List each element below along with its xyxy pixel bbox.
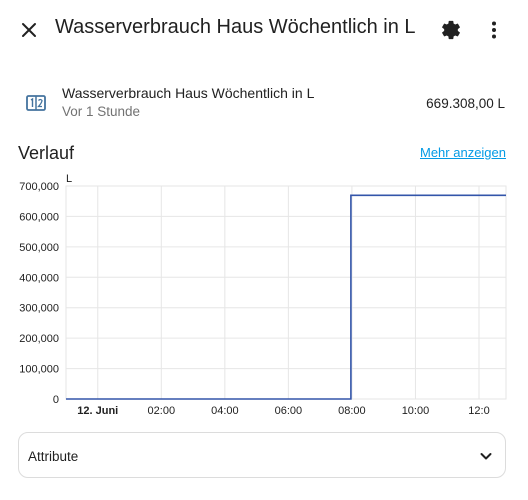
y-tick-label: 400,000 <box>19 272 59 284</box>
gear-icon <box>442 20 460 40</box>
attributes-expander[interactable]: Attribute <box>18 432 506 478</box>
settings-button[interactable] <box>433 12 469 48</box>
entity-last-changed: Vor 1 Stunde <box>62 104 141 119</box>
show-more-link[interactable]: Mehr anzeigen <box>420 145 506 160</box>
more-vertical-icon <box>492 21 496 39</box>
counter-icon <box>26 95 46 111</box>
entity-row: Wasserverbrauch Haus Wöchentlich in L Vo… <box>0 80 528 126</box>
x-tick-label: 04:00 <box>211 405 239 417</box>
close-button[interactable] <box>11 12 47 48</box>
dialog-header: Wasserverbrauch Haus Wöchentlich in L <box>0 0 528 62</box>
y-tick-label: 600,000 <box>19 211 59 223</box>
y-tick-label: 300,000 <box>19 303 59 315</box>
attributes-label: Attribute <box>28 449 79 464</box>
x-tick-label: 06:00 <box>275 405 303 417</box>
entity-state-value: 669.308,00 L <box>426 96 505 111</box>
dialog-title: Wasserverbrauch Haus Wöchentlich in L <box>55 16 416 38</box>
x-tick-label: 12. Juni <box>77 405 118 417</box>
y-tick-label: 200,000 <box>19 333 59 345</box>
history-chart[interactable]: 700,000 600,000 500,000 400,000 300,000 200,0… <box>0 170 528 420</box>
x-tick-label: 02:00 <box>148 405 176 417</box>
x-tick-label: 10:00 <box>402 405 430 417</box>
y-tick-label: 0 <box>53 394 59 406</box>
x-tick-label: 12:0 <box>468 405 489 417</box>
more-menu-button[interactable] <box>476 12 512 48</box>
y-tick-label: 700,000 <box>19 181 59 193</box>
chevron-down-icon <box>475 445 497 467</box>
entity-name: Wasserverbrauch Haus Wöchentlich in L <box>62 85 315 101</box>
history-title: Verlauf <box>18 143 75 163</box>
close-icon <box>22 23 36 37</box>
y-tick-label: 100,000 <box>19 364 59 376</box>
plot-frame <box>65 185 507 400</box>
y-axis-unit: L <box>66 173 72 185</box>
x-tick-label: 08:00 <box>338 405 366 417</box>
y-tick-label: 500,000 <box>19 242 59 254</box>
